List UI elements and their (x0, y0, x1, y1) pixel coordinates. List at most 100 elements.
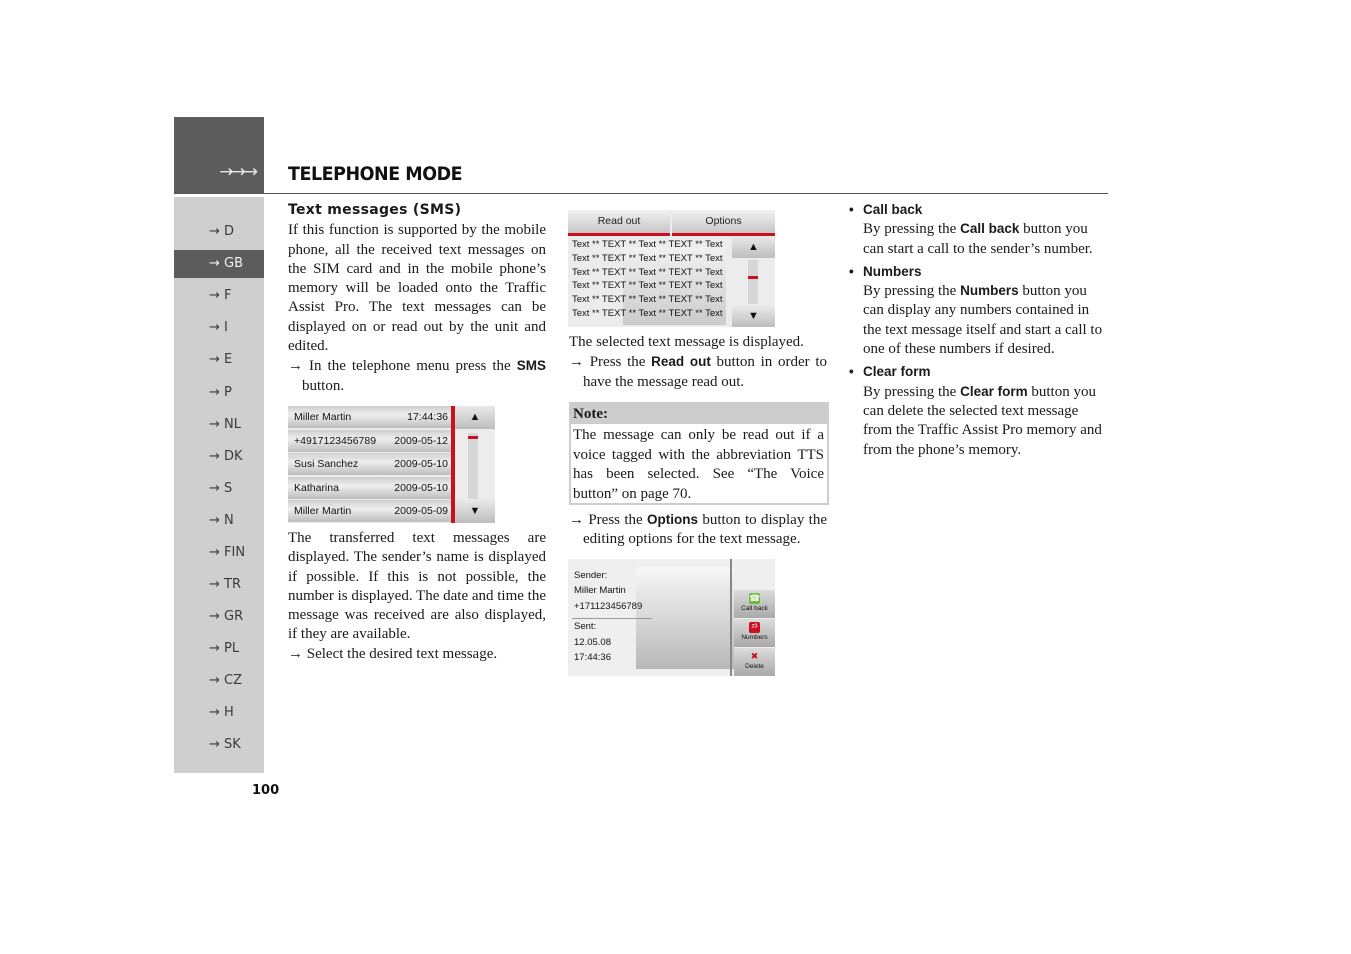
sms-list-screen: Miller Martin 17:44:36 +4917123456789 2009-… (288, 406, 495, 523)
call-back-button[interactable]: ☎ Call back (734, 590, 775, 618)
message-date: 2009-05-10 (394, 481, 448, 494)
button-ref: Call back (960, 221, 1020, 237)
divider (730, 559, 732, 676)
button-label: Numbers (741, 634, 768, 641)
phone-icon: ☎ (749, 593, 761, 604)
sidebar-item-n[interactable]: → N (174, 508, 264, 534)
message-list-row[interactable]: +4917123456789 2009-05-12 (288, 429, 454, 452)
options-ref: Options (647, 512, 698, 527)
message-date: 2009-05-12 (394, 434, 448, 447)
note-title: Note: (571, 404, 827, 424)
message-list-row[interactable]: Miller Martin 17:44:36 (288, 406, 454, 428)
description-text: By pressing the (863, 283, 961, 300)
message-list-row[interactable]: Miller Martin 2009-05-09 (288, 500, 454, 522)
scroll-down-button[interactable]: ▼ (455, 500, 495, 523)
column-2-lower: → Press the Options button to display th… (569, 510, 827, 550)
delete-button[interactable]: ✖ Delete (734, 648, 775, 676)
sms-button-ref: SMS (516, 358, 546, 374)
sender-name: Miller Martin (574, 585, 626, 596)
message-list-row[interactable]: Susi Sanchez 2009-05-10 (288, 453, 454, 475)
step-read-out: → Press the Read out button in order to … (569, 352, 827, 392)
column-1-lower: The transferred text messages are displa… (288, 529, 546, 664)
option-description: By pressing the Clear form button you ca… (849, 382, 1107, 460)
note-body: The message can only be read out if a vo… (573, 427, 824, 502)
column-2: The selected text message is displayed. … (569, 333, 827, 392)
sidebar-item-gr[interactable]: → GR (174, 604, 264, 630)
sender-name: +4917123456789 (294, 434, 377, 447)
button-ref: Numbers (960, 283, 1019, 299)
sms-message-screen: Read out Options Text ** TEXT ** Text **… (568, 210, 775, 327)
step-sms: → In the telephone menu press the SMS bu… (288, 356, 546, 396)
message-text-line: Text ** TEXT ** Text ** TEXT ** Text (572, 308, 723, 319)
sent-label: Sent: (574, 621, 597, 632)
step-select: → Select the desired text message. (288, 645, 498, 662)
scroll-up-button[interactable]: ▲ (732, 236, 775, 258)
section-heading: Text messages (SMS) (288, 202, 462, 218)
page-title: TELEPHONE MODE (288, 163, 463, 185)
sidebar-item-p[interactable]: → P (174, 380, 264, 406)
numbers-button[interactable]: ²³ Numbers (734, 619, 775, 647)
sender-number: +171123456789 (574, 601, 643, 612)
message-text-line: Text ** TEXT ** Text ** TEXT ** Text (572, 266, 723, 278)
option-heading-clear-form: Clear form (849, 362, 1107, 382)
sent-time: 17:44:36 (574, 652, 611, 663)
sender-name: Miller Martin (294, 411, 352, 423)
sidebar-item-pl[interactable]: → PL (174, 636, 264, 662)
read-out-button[interactable]: Read out (568, 210, 670, 236)
scroll-up-button[interactable]: ▲ (455, 406, 495, 429)
sidebar-item-fin[interactable]: → FIN (174, 540, 264, 566)
step-options: → Press the Options button to display th… (569, 510, 827, 550)
header-divider (174, 193, 1108, 194)
sidebar-item-f[interactable]: → F (174, 283, 264, 309)
displayed-paragraph: The selected text message is displayed. (569, 334, 804, 350)
message-text-line: Text ** TEXT ** Text ** TEXT ** Text (572, 239, 723, 250)
scrollbar-thumb[interactable] (468, 436, 478, 439)
button-label: Delete (745, 663, 764, 670)
sidebar-item-i[interactable]: → I (174, 315, 264, 341)
page-number: 100 (252, 783, 280, 798)
sidebar-item-s[interactable]: → S (174, 476, 264, 502)
button-ref: Clear form (960, 383, 1028, 399)
option-description: By pressing the Call back button you can… (849, 219, 1107, 259)
sidebar-item-nl[interactable]: → NL (174, 412, 264, 438)
option-heading-numbers: Numbers (849, 262, 1107, 282)
delete-icon: ✖ (750, 651, 759, 661)
scrollbar-track[interactable] (748, 260, 758, 304)
divider (572, 618, 652, 619)
button-label: Call back (741, 605, 768, 612)
sender-label: Sender: (574, 570, 608, 581)
message-text-line: Text ** TEXT ** Text ** TEXT ** Text (572, 294, 723, 306)
message-list-row[interactable]: Katharina 2009-05-10 (288, 476, 454, 499)
step-text: → Press the (569, 512, 647, 528)
scrollbar-track[interactable] (468, 433, 478, 499)
sent-date: 12.05.08 (574, 637, 611, 648)
column-1: Text messages (SMS) If this function is … (288, 201, 546, 396)
note-box: Note: The message can only be read out i… (569, 402, 829, 505)
step-text: → In the telephone menu press the (288, 358, 517, 375)
sender-name: Katharina (294, 481, 339, 494)
sender-name: Miller Martin (294, 505, 352, 517)
scrollbar-thumb[interactable] (748, 276, 758, 279)
scroll-down-button[interactable]: ▼ (732, 306, 775, 327)
sidebar-item-gb[interactable]: → GB (174, 250, 264, 278)
sidebar-item-h[interactable]: → H (174, 700, 264, 726)
column-3: Call backBy pressing the Call back butto… (849, 200, 1107, 460)
sidebar-item-tr[interactable]: → TR (174, 572, 264, 598)
read-out-ref: Read out (651, 354, 711, 370)
message-date: 2009-05-09 (394, 505, 448, 517)
description-text: By pressing the (863, 221, 961, 238)
sender-name: Susi Sanchez (294, 458, 359, 470)
step-text: button. (302, 377, 345, 394)
sidebar-item-e[interactable]: → E (174, 347, 264, 373)
sidebar-item-dk[interactable]: → DK (174, 444, 264, 470)
sidebar-item-d[interactable]: → D (174, 219, 264, 245)
message-text-line: Text ** TEXT ** Text ** TEXT ** Text (572, 252, 723, 264)
sidebar-item-cz[interactable]: → CZ (174, 668, 264, 694)
step-text: → Press the (569, 354, 652, 371)
options-button[interactable]: Options (672, 210, 775, 236)
intro-paragraph: If this function is supported by the mob… (288, 222, 546, 355)
message-date: 17:44:36 (407, 411, 448, 423)
sidebar-item-sk[interactable]: → SK (174, 732, 264, 758)
description-text: By pressing the (863, 383, 961, 400)
header-arrows: →→→ (219, 162, 258, 182)
